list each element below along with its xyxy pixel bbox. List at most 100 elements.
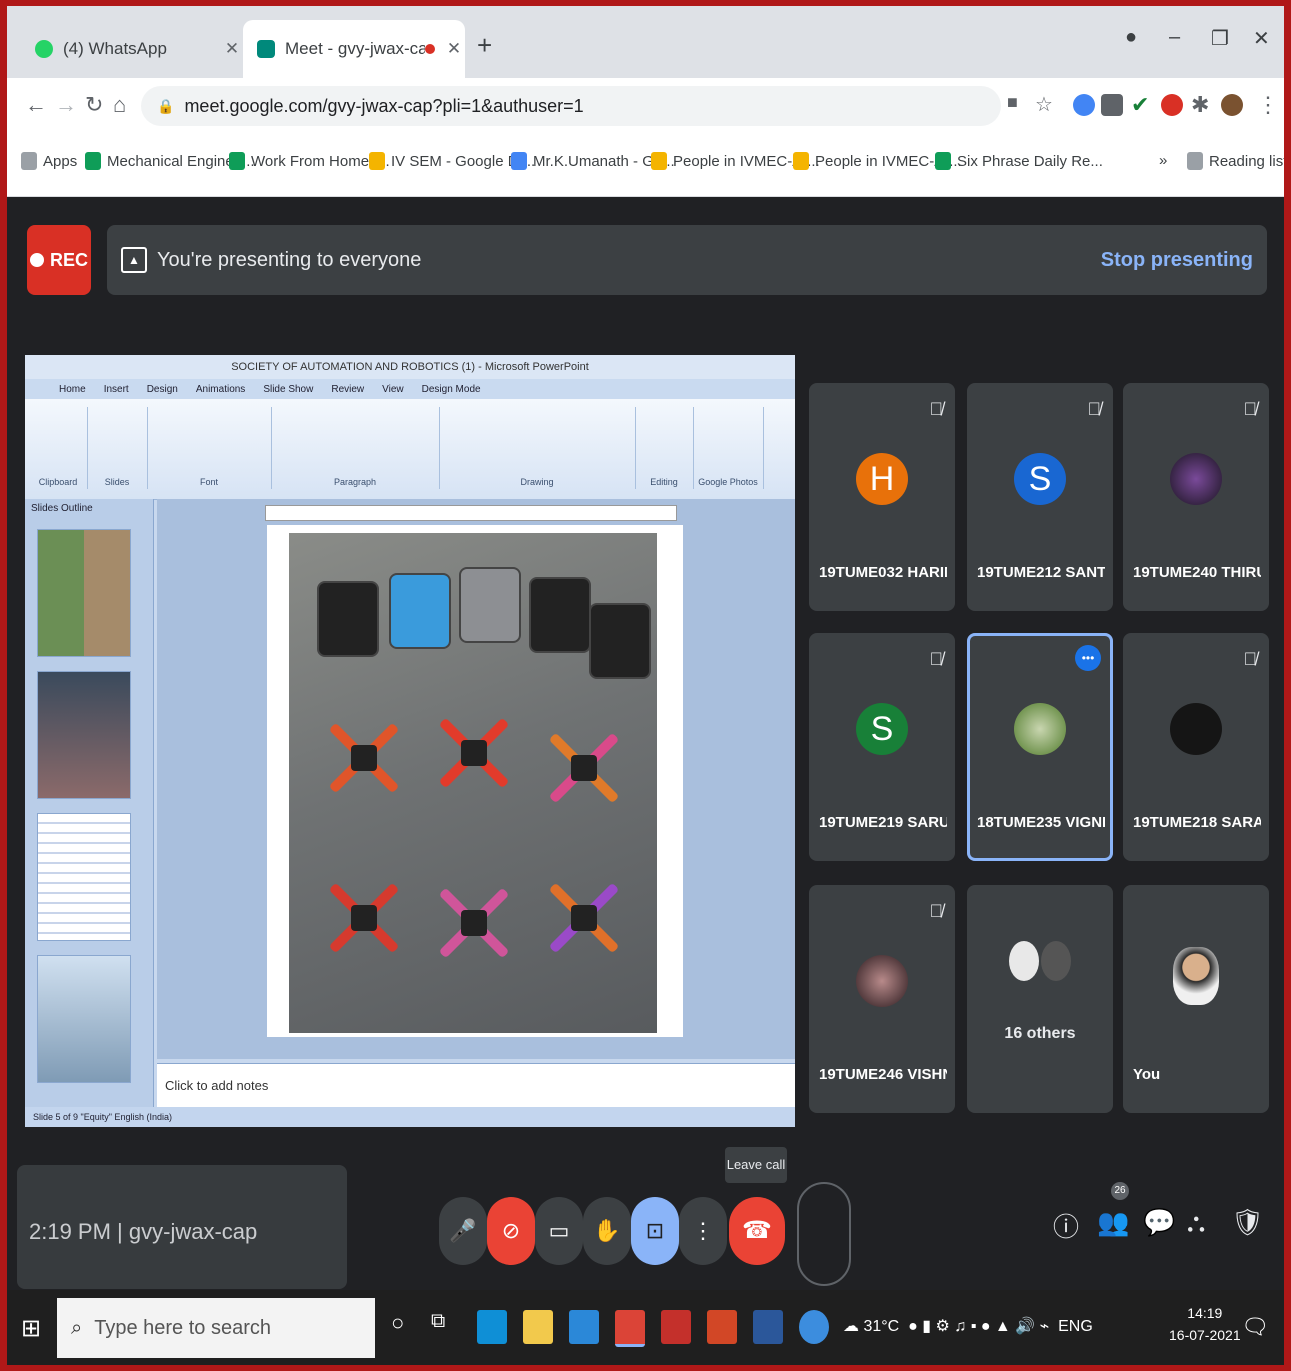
host-controls-icon[interactable]: 🛡: [1231, 1207, 1264, 1238]
speaking-indicator-icon: •••: [1075, 645, 1101, 671]
avatar: S: [856, 703, 908, 755]
language-indicator[interactable]: ENG: [1058, 1318, 1093, 1335]
participant-name: 18TUME235 VIGNE...: [977, 814, 1105, 831]
hang-up-icon: ☎: [742, 1217, 772, 1244]
tray-icons[interactable]: ● ▮ ⚙ ♫ ▪ ● ▲ 🔊 ⌁: [904, 1318, 1054, 1335]
ribbon-tab: View: [382, 383, 404, 395]
whatsapp-icon: [35, 40, 53, 58]
forward-icon[interactable]: →: [55, 92, 77, 118]
camera-off-button[interactable]: ⊘: [487, 1197, 535, 1265]
transmitter-image: [459, 567, 521, 643]
people-icon[interactable]: 👥: [1097, 1207, 1129, 1238]
search-icon: ⌕: [71, 1316, 83, 1339]
bookmark-item[interactable]: Work From Home |...: [229, 152, 390, 170]
ribbon-tab: Review: [331, 383, 365, 395]
bookmarks-bar: Apps Mechanical Enginee... Work From Hom…: [7, 134, 1284, 197]
home-icon[interactable]: ⌂: [113, 92, 126, 118]
mail-icon[interactable]: [569, 1310, 599, 1344]
toolbar: ← → ↻ ⌂ 🔒 meet.google.com/gvy-jwax-cap?p…: [7, 78, 1284, 134]
participant-name: 19TUME219 SARUH...: [819, 814, 947, 831]
slides-panel-tabs: Slides Outline: [31, 503, 93, 514]
folder-icon: [793, 152, 809, 170]
drive-icon: [369, 152, 385, 170]
chrome-icon[interactable]: [615, 1310, 645, 1347]
others-tile[interactable]: 16 others: [967, 885, 1113, 1113]
tab-whatsapp[interactable]: (4) WhatsApp ✕: [21, 20, 243, 78]
restore-icon[interactable]: ❐: [1211, 26, 1229, 51]
participant-tile[interactable]: 🎙̸ S 19TUME212 SANTH...: [967, 383, 1113, 611]
sheets-icon: [935, 152, 951, 170]
bookmark-apps[interactable]: Apps: [21, 152, 77, 170]
participant-tile[interactable]: 🎙̸ S 19TUME219 SARUH...: [809, 633, 955, 861]
back-icon[interactable]: ←: [25, 92, 47, 118]
avatar: [1173, 947, 1219, 1005]
word-icon[interactable]: [753, 1310, 783, 1344]
new-tab-button[interactable]: +: [477, 30, 492, 61]
menu-icon[interactable]: ⋮: [1257, 92, 1279, 118]
file-explorer-icon[interactable]: [523, 1310, 553, 1344]
ribbon-group: Editing: [635, 407, 694, 489]
extension-icon[interactable]: [1161, 94, 1183, 116]
weather-icon: ☁: [843, 1318, 859, 1335]
captions-button[interactable]: ▭: [535, 1197, 583, 1265]
taskbar-search[interactable]: ⌕ Type here to search: [57, 1298, 375, 1358]
check-extension-icon[interactable]: ✔: [1131, 92, 1149, 118]
profile-avatar[interactable]: [1221, 94, 1243, 116]
bookmark-label: Apps: [43, 152, 78, 170]
info-icon[interactable]: ⓘ: [1053, 1207, 1079, 1244]
taskbar-clock[interactable]: 14:19 16-07-2021: [1169, 1302, 1241, 1346]
slide-thumbnail: [37, 671, 131, 799]
ruler: [265, 505, 677, 521]
tab-meet[interactable]: Meet - gvy-jwax-cap ✕: [243, 20, 465, 78]
present-now-button[interactable]: ⊡: [631, 1197, 679, 1265]
participant-name: 19TUME218 SARAV...: [1133, 814, 1261, 831]
others-count: 16 others: [1004, 1025, 1076, 1042]
bookmark-star-icon[interactable]: ☆: [1035, 92, 1053, 117]
meeting-time-code: 2:19 PM | gvy-jwax-cap: [29, 1219, 258, 1244]
chevron-more-icon[interactable]: »: [1159, 152, 1167, 169]
raise-hand-button[interactable]: ✋: [583, 1197, 631, 1265]
profile-icon[interactable]: ●: [1125, 26, 1137, 49]
reading-list[interactable]: Reading list: [1187, 152, 1284, 170]
window-close-icon[interactable]: ✕: [1253, 26, 1270, 51]
bookmark-label: Reading list: [1209, 152, 1284, 170]
powerpoint-icon[interactable]: [707, 1310, 737, 1344]
more-options-button[interactable]: ⋮: [679, 1197, 727, 1265]
avatar: [1009, 941, 1039, 981]
participant-tile-speaking[interactable]: ••• 18TUME235 VIGNE...: [967, 633, 1113, 861]
notification-icon[interactable]: 🗨: [1241, 1314, 1269, 1340]
participant-tile[interactable]: 🎙̸ 19TUME246 VISHN...: [809, 885, 955, 1113]
rec-label: REC: [49, 249, 88, 270]
close-icon[interactable]: ✕: [443, 39, 465, 59]
self-tile[interactable]: You: [1123, 885, 1269, 1113]
drone-image: [429, 878, 519, 968]
task-view-icon[interactable]: ⧉: [431, 1310, 461, 1344]
extensions-puzzle-icon[interactable]: ✱: [1191, 92, 1209, 118]
participant-tile[interactable]: 🎙̸ 19TUME240 THIRU...: [1123, 383, 1269, 611]
reload-icon[interactable]: ↻: [85, 92, 103, 118]
extension-icon[interactable]: [1101, 94, 1123, 116]
address-bar[interactable]: 🔒 meet.google.com/gvy-jwax-cap?pli=1&aut…: [141, 86, 1001, 126]
activities-icon[interactable]: ⛬: [1187, 1207, 1205, 1239]
stop-presenting-button[interactable]: Stop presenting: [1101, 249, 1253, 272]
ribbon-group: Drawing: [439, 407, 636, 489]
ribbon-tab: Insert: [103, 383, 129, 395]
camera-indicator-icon[interactable]: ■: [1007, 92, 1018, 113]
close-icon[interactable]: ✕: [221, 39, 243, 59]
meet-icon: [257, 40, 275, 58]
help-icon[interactable]: [799, 1310, 829, 1344]
participant-tile[interactable]: 🎙̸ H 19TUME032 HARINI...: [809, 383, 955, 611]
participant-tile[interactable]: 🎙̸ 19TUME218 SARAV...: [1123, 633, 1269, 861]
edge-icon[interactable]: [477, 1310, 507, 1344]
chat-icon[interactable]: 💬: [1143, 1207, 1175, 1238]
leave-call-button[interactable]: ☎: [729, 1197, 785, 1265]
acrobat-icon[interactable]: [661, 1310, 691, 1344]
minimize-icon[interactable]: –: [1169, 26, 1180, 49]
microphone-button[interactable]: 🎤: [439, 1197, 487, 1265]
extension-icon[interactable]: [1073, 94, 1095, 116]
bookmark-item[interactable]: Six Phrase Daily Re...: [935, 152, 1103, 170]
sheets-icon: [229, 152, 245, 170]
url-text: meet.google.com/gvy-jwax-cap?pli=1&authu…: [184, 95, 584, 116]
cortana-icon[interactable]: ○: [391, 1310, 421, 1344]
windows-start-icon[interactable]: ⊞: [21, 1314, 41, 1343]
